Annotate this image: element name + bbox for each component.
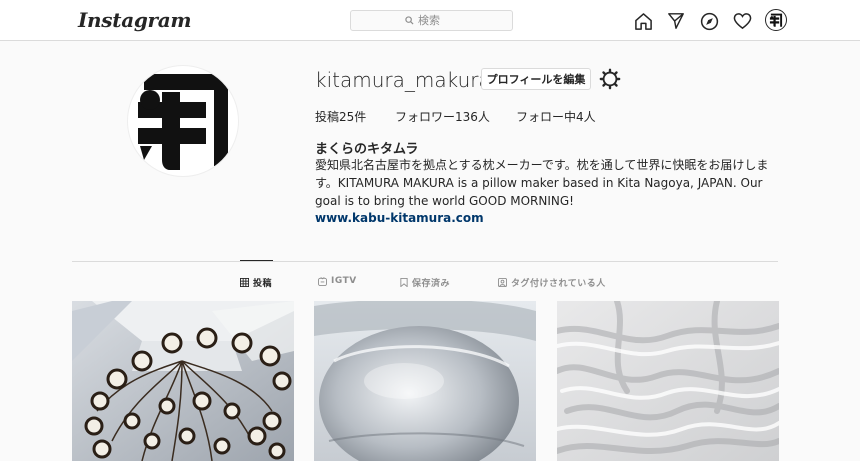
profile-username: kitamura_makura (315, 68, 491, 92)
tab-saved-label: 保存済み (412, 279, 451, 289)
profile-avatar-small[interactable] (765, 9, 787, 31)
compass-icon (700, 12, 718, 30)
tab-posts-label: 投稿 (253, 279, 273, 289)
tab-igtv-label: IGTV (331, 276, 357, 286)
pillow-image (314, 301, 536, 461)
post-thumbnail-sheets[interactable] (557, 301, 779, 461)
igtv-icon (318, 276, 327, 286)
kitamura-logo-icon (138, 74, 228, 170)
tabs-divider (72, 261, 778, 262)
post-thumbnail-pillow[interactable] (314, 301, 536, 461)
home-button[interactable] (632, 10, 654, 32)
tab-saved[interactable]: 保存済み (400, 276, 450, 289)
search-box[interactable] (350, 10, 513, 31)
profile-avatar[interactable] (127, 65, 239, 177)
profile-website-link[interactable]: www.kabu-kitamura.com (315, 211, 484, 225)
heart-icon (733, 13, 751, 30)
tab-igtv[interactable]: IGTV (318, 276, 357, 286)
profile-full-name: まくらのキタムラ (315, 142, 419, 157)
tab-tagged-label: タグ付けされている人 (511, 279, 606, 289)
instagram-logo[interactable]: Instagram (78, 8, 192, 32)
sheets-image (557, 301, 779, 461)
tagged-icon (498, 278, 507, 287)
edit-profile-button[interactable]: プロフィールを編集 (481, 68, 591, 90)
following-link[interactable]: フォロー中4人 (516, 108, 596, 125)
tab-tagged[interactable]: タグ付けされている人 (498, 276, 606, 289)
grid-icon (240, 278, 249, 287)
post-thumbnail-chandelier[interactable] (72, 301, 294, 461)
followers-link[interactable]: フォロワー136人 (395, 108, 516, 125)
direct-messages-button[interactable] (665, 10, 687, 32)
search-icon (405, 16, 414, 25)
activity-button[interactable] (731, 10, 753, 32)
settings-button[interactable] (599, 68, 621, 90)
explore-button[interactable] (698, 10, 720, 32)
posts-count: 投稿25件 (315, 110, 367, 124)
top-navigation-bar: Instagram (0, 0, 860, 41)
paper-plane-icon (668, 13, 684, 29)
home-icon (634, 12, 652, 30)
search-input[interactable] (418, 14, 458, 27)
kitamura-logo-icon (769, 13, 783, 27)
profile-bio: 愛知県北名古屋市を拠点とする枕メーカーです。枕を通して世界に快眠をお届けします。… (315, 158, 769, 208)
bookmark-icon (400, 278, 408, 287)
tab-posts[interactable]: 投稿 (240, 276, 272, 289)
active-tab-indicator (240, 260, 273, 261)
chandelier-image (72, 301, 294, 461)
gear-icon (599, 68, 621, 90)
profile-stats: 投稿25件 フォロワー136人 フォロー中4人 (315, 108, 596, 125)
